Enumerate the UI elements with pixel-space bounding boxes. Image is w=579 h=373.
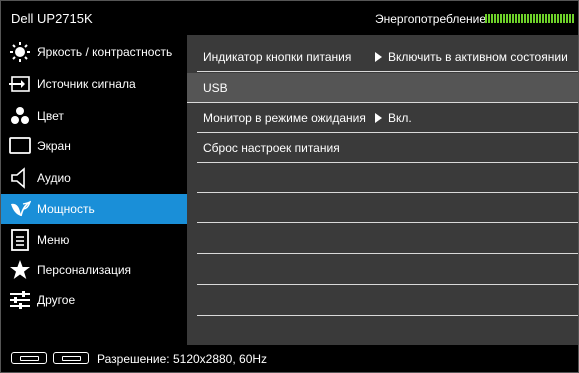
star-icon <box>9 259 31 281</box>
display-icon <box>9 135 31 157</box>
empty-row <box>197 286 578 316</box>
sidebar-item-label: Яркость / контрастность <box>37 45 173 59</box>
energy-consumption-label: Энергопотребление <box>375 12 487 26</box>
sidebar-item-display[interactable]: Экран <box>1 131 187 161</box>
sidebar-item-label: Источник сигнала <box>37 77 136 91</box>
color-icon <box>9 105 31 127</box>
setting-name: Монитор в режиме ожидания <box>203 111 366 125</box>
sidebar-item-input-source[interactable]: Источник сигнала <box>1 69 187 99</box>
sidebar-item-label: Меню <box>37 233 70 247</box>
setting-name: Индикатор кнопки питания <box>203 50 352 64</box>
setting-row-power-reset[interactable]: Сброс настроек питания <box>197 133 578 163</box>
monitor-osd: Dell UP2715K Энергопотребление Яркость /… <box>0 0 579 373</box>
power-settings-panel: Индикатор кнопки питания Включить в акти… <box>187 35 578 345</box>
arrow-right-icon <box>375 113 382 123</box>
setting-row-usb[interactable]: USB <box>187 73 578 103</box>
resolution-status: Разрешение: 5120x2880, 60Hz <box>97 352 268 366</box>
empty-row <box>197 224 578 254</box>
sidebar-item-audio[interactable]: Аудио <box>1 163 187 193</box>
empty-row <box>197 255 578 285</box>
arrow-right-icon <box>375 52 382 62</box>
osd-header: Dell UP2715K Энергопотребление <box>1 1 578 35</box>
setting-row-power-button-led[interactable]: Индикатор кнопки питания Включить в акти… <box>197 42 578 72</box>
menu-icon <box>9 229 31 251</box>
sidebar-item-other[interactable]: Другое <box>1 285 187 315</box>
sidebar-item-brightness[interactable]: Яркость / контрастность <box>1 37 187 67</box>
sidebar-item-label: Мощность <box>37 202 95 216</box>
sidebar-item-menu[interactable]: Меню <box>1 225 187 255</box>
power-leaf-icon <box>9 198 31 220</box>
displayport-icon <box>53 352 89 364</box>
setting-name: USB <box>203 81 228 95</box>
empty-row <box>197 163 578 193</box>
energy-meter <box>485 14 574 23</box>
sidebar-item-label: Персонализация <box>37 263 132 277</box>
empty-row <box>197 193 578 223</box>
osd-sidebar: Яркость / контрастность Источник сигнала… <box>1 35 187 345</box>
osd-footer: Разрешение: 5120x2880, 60Hz <box>1 345 578 372</box>
sidebar-item-label: Аудио <box>37 171 71 185</box>
setting-value: Вкл. <box>375 111 412 125</box>
sidebar-item-label: Другое <box>37 293 76 307</box>
audio-icon <box>9 167 31 189</box>
displayport-icon <box>11 352 47 364</box>
brightness-icon <box>9 41 31 63</box>
input-source-icon <box>9 73 31 95</box>
sidebar-item-label: Цвет <box>37 109 64 123</box>
monitor-model: Dell UP2715K <box>11 11 93 26</box>
sliders-icon <box>9 289 31 311</box>
sidebar-item-personalize[interactable]: Персонализация <box>1 255 187 285</box>
sidebar-item-color[interactable]: Цвет <box>1 101 187 131</box>
setting-name: Сброс настроек питания <box>203 141 340 155</box>
sidebar-item-label: Экран <box>37 139 71 153</box>
sidebar-item-power[interactable]: Мощность <box>1 194 187 224</box>
setting-value: Включить в активном состоянии <box>375 50 568 64</box>
setting-row-monitor-sleep[interactable]: Монитор в режиме ожидания Вкл. <box>197 103 578 133</box>
